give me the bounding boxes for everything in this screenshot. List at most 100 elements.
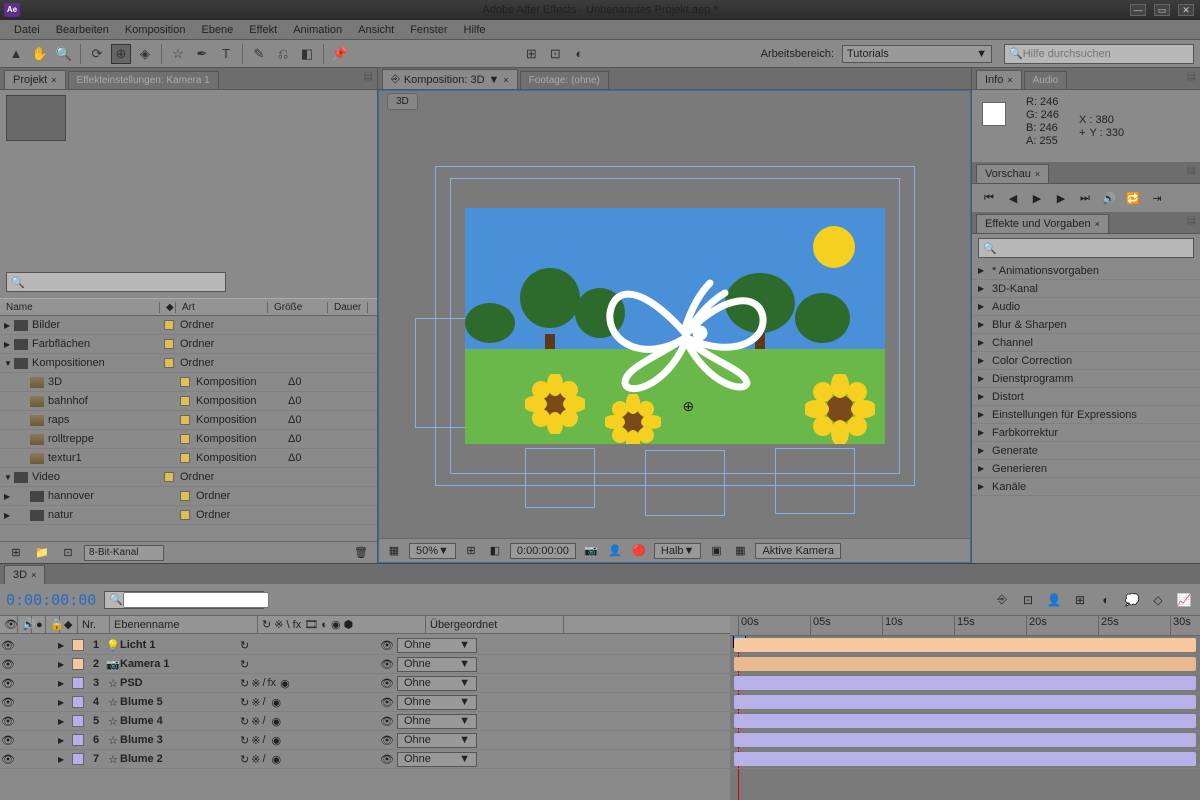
- new-comp-button[interactable]: ⊡: [58, 545, 78, 561]
- bit-depth-select[interactable]: 8-Bit-Kanal: [84, 545, 164, 561]
- label-color[interactable]: [180, 491, 190, 501]
- graph-editor-toggle[interactable]: 📈: [1174, 590, 1194, 610]
- label-color[interactable]: [72, 696, 84, 708]
- flowchart-icon[interactable]: ⎆: [391, 73, 400, 86]
- pickwhip-icon[interactable]: 👁: [380, 715, 394, 728]
- pickwhip-icon[interactable]: 👁: [380, 658, 394, 671]
- close-icon[interactable]: ×: [503, 75, 508, 85]
- twisty-icon[interactable]: ▶: [58, 660, 70, 669]
- selection-tool[interactable]: ▲: [6, 44, 26, 64]
- twisty-icon[interactable]: ▶: [978, 392, 988, 401]
- visibility-toggle[interactable]: 👁: [0, 658, 16, 671]
- layer-bar[interactable]: [734, 733, 1196, 747]
- timecode[interactable]: 0:00:00:00: [6, 591, 96, 609]
- twisty-icon[interactable]: ▶: [978, 410, 988, 419]
- layer-list[interactable]: 👁▶1💡Licht 1↻👁Ohne▼👁▶2📷Kamera 1↻👁Ohne▼👁▶3…: [0, 636, 730, 800]
- label-color[interactable]: [180, 434, 190, 444]
- label-color[interactable]: [72, 658, 84, 670]
- label-color[interactable]: [180, 453, 190, 463]
- twisty-icon[interactable]: ▶: [4, 340, 14, 349]
- pickwhip-icon[interactable]: 👁: [380, 677, 394, 690]
- twisty-icon[interactable]: ▶: [978, 374, 988, 383]
- twisty-icon[interactable]: ▶: [978, 464, 988, 473]
- project-tree[interactable]: ▶BilderOrdner▶FarbflächenOrdner▼Komposit…: [0, 316, 377, 541]
- timeline-search-input[interactable]: [123, 592, 269, 608]
- twisty-icon[interactable]: ▶: [978, 320, 988, 329]
- layer-row[interactable]: 👁▶1💡Licht 1↻👁Ohne▼: [0, 636, 730, 655]
- timeline-tracks[interactable]: [730, 636, 1200, 800]
- effects-search-input[interactable]: [997, 242, 1187, 254]
- shy-toggle[interactable]: 👤: [1044, 590, 1064, 610]
- last-frame-button[interactable]: ⏭: [1076, 190, 1094, 206]
- snapshot-button[interactable]: 📷: [582, 543, 600, 559]
- play-button[interactable]: ▶: [1028, 190, 1046, 206]
- effect-category[interactable]: ▶Distort: [972, 388, 1200, 406]
- mask-toggle[interactable]: ◧: [486, 543, 504, 559]
- project-item[interactable]: ▶BilderOrdner: [0, 316, 377, 335]
- effect-category[interactable]: ▶3D-Kanal: [972, 280, 1200, 298]
- twisty-icon[interactable]: ▶: [4, 492, 14, 501]
- alpha-toggle[interactable]: ▦: [385, 543, 403, 559]
- zoom-select[interactable]: 50% ▼: [409, 543, 456, 559]
- safe-zones-toggle[interactable]: ⊞: [462, 543, 480, 559]
- close-icon[interactable]: ×: [1035, 169, 1040, 179]
- text-tool[interactable]: T: [216, 44, 236, 64]
- help-search[interactable]: 🔍: [1004, 44, 1194, 64]
- resolution-select[interactable]: Halb ▼: [654, 543, 702, 559]
- interpret-button[interactable]: ⊞: [6, 545, 26, 561]
- panel-menu-icon[interactable]: ▤: [1187, 71, 1196, 82]
- pen-tool[interactable]: ✒: [192, 44, 212, 64]
- dropdown-icon[interactable]: ▼: [489, 74, 500, 86]
- rotate-tool[interactable]: ⟳: [87, 44, 107, 64]
- pickwhip-icon[interactable]: 👁: [380, 734, 394, 747]
- twisty-icon[interactable]: ▶: [978, 482, 988, 491]
- label-color[interactable]: [180, 377, 190, 387]
- maximize-button[interactable]: ▭: [1154, 4, 1170, 16]
- parent-select[interactable]: Ohne▼: [397, 638, 477, 653]
- layer-bar[interactable]: [734, 638, 1196, 652]
- first-frame-button[interactable]: ⏮: [980, 190, 998, 206]
- visibility-toggle[interactable]: 👁: [0, 753, 16, 766]
- transparency-grid[interactable]: ▦: [731, 543, 749, 559]
- new-folder-button[interactable]: 📁: [32, 545, 52, 561]
- layer-row[interactable]: 👁▶3☆PSD↻※/fx◉👁Ohne▼: [0, 674, 730, 693]
- label-color[interactable]: [164, 472, 174, 482]
- parent-select[interactable]: Ohne▼: [397, 676, 477, 691]
- twisty-icon[interactable]: ▶: [978, 284, 988, 293]
- twisty-icon[interactable]: ▼: [4, 473, 14, 482]
- twisty-icon[interactable]: ▶: [58, 679, 70, 688]
- twisty-icon[interactable]: ▼: [4, 359, 14, 368]
- ram-preview-button[interactable]: ⇥: [1148, 190, 1166, 206]
- project-item[interactable]: rapsKompositionΔ0: [0, 411, 377, 430]
- delete-button[interactable]: 🗑: [351, 545, 371, 561]
- visibility-toggle[interactable]: 👁: [0, 639, 16, 652]
- layer-bar[interactable]: [734, 657, 1196, 671]
- layer-row[interactable]: 👁▶4☆Blume 5↻※/◉👁Ohne▼: [0, 693, 730, 712]
- timeline-search[interactable]: 🔍: [104, 591, 264, 609]
- pan-behind-tool[interactable]: ◈: [135, 44, 155, 64]
- puppet-tool[interactable]: 📌: [330, 44, 350, 64]
- parent-select[interactable]: Ohne▼: [397, 695, 477, 710]
- label-color[interactable]: [164, 358, 174, 368]
- twisty-icon[interactable]: ▶: [58, 641, 70, 650]
- rect-tool[interactable]: ☆: [168, 44, 188, 64]
- menu-hilfe[interactable]: Hilfe: [456, 22, 494, 38]
- project-search[interactable]: 🔍: [6, 272, 226, 292]
- clone-tool[interactable]: ⎌: [273, 44, 293, 64]
- comp-viewport[interactable]: ⊕: [379, 113, 970, 538]
- motion-blur-toggle[interactable]: ◐: [1096, 590, 1116, 610]
- layer-row[interactable]: 👁▶5☆Blume 4↻※/◉👁Ohne▼: [0, 712, 730, 731]
- brainstorm-button[interactable]: 💭: [1122, 590, 1142, 610]
- effects-tab[interactable]: Effekte und Vorgaben×: [976, 214, 1109, 233]
- panel-menu-icon[interactable]: ▤: [364, 71, 373, 82]
- effects-search[interactable]: 🔍: [978, 238, 1194, 258]
- info-tab[interactable]: Info×: [976, 70, 1022, 89]
- label-color[interactable]: [72, 639, 84, 651]
- prev-frame-button[interactable]: ◀: [1004, 190, 1022, 206]
- project-item[interactable]: ▶FarbflächenOrdner: [0, 335, 377, 354]
- audio-button[interactable]: 🔊: [1100, 190, 1118, 206]
- effect-category[interactable]: ▶Einstellungen für Expressions: [972, 406, 1200, 424]
- comp-tab[interactable]: ⎆Komposition: 3D▼×: [382, 69, 518, 89]
- twisty-icon[interactable]: ▶: [58, 755, 70, 764]
- eraser-tool[interactable]: ◧: [297, 44, 317, 64]
